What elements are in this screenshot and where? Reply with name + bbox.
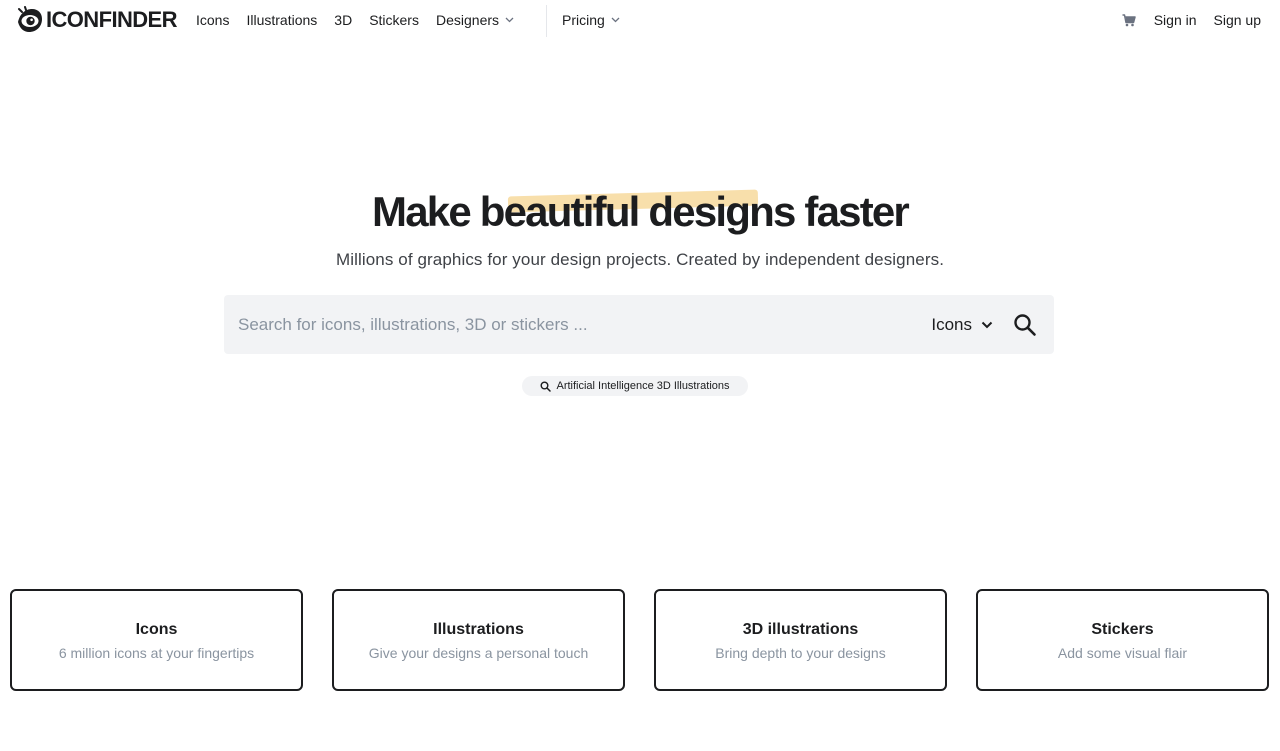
hero-title: Make beautiful designs faster bbox=[372, 188, 910, 235]
category-card-stickers[interactable]: Stickers Add some visual flair bbox=[976, 589, 1269, 691]
category-card-illustrations[interactable]: Illustrations Give your designs a person… bbox=[332, 589, 625, 691]
hero-subtitle: Millions of graphics for your design pro… bbox=[335, 250, 945, 269]
cart-icon[interactable] bbox=[1122, 13, 1136, 27]
account-nav: Sign in Sign up bbox=[1122, 0, 1261, 40]
brand-name: ICONFINDER bbox=[46, 7, 177, 32]
card-title: Icons bbox=[135, 621, 178, 638]
card-title: Illustrations bbox=[433, 621, 524, 638]
suggestion-label: Artificial Intelligence 3D Illustrations bbox=[556, 380, 730, 392]
category-card-icons[interactable]: Icons 6 million icons at your fingertips bbox=[10, 589, 303, 691]
nav-item-designers-label: Designers bbox=[435, 12, 500, 28]
card-title: Stickers bbox=[1091, 621, 1154, 638]
sign-up-link[interactable]: Sign up bbox=[1214, 12, 1261, 28]
sign-in-link[interactable]: Sign in bbox=[1154, 12, 1197, 28]
nav-item-pricing-label: Pricing bbox=[562, 12, 605, 28]
search-icon bbox=[1014, 313, 1036, 336]
category-cards: Icons 6 million icons at your fingertips… bbox=[10, 589, 1270, 691]
chevron-down-icon bbox=[611, 17, 620, 23]
search-icon bbox=[540, 381, 552, 392]
top-header: ICONFINDER Icons Illustrations 3D Sticke… bbox=[0, 0, 1280, 40]
card-description: 6 million icons at your fingertips bbox=[58, 645, 255, 661]
card-description: Add some visual flair bbox=[1057, 645, 1188, 661]
card-title: 3D illustrations bbox=[742, 621, 859, 638]
search-bar: Icons bbox=[224, 295, 1054, 354]
nav-item-designers[interactable]: Designers bbox=[436, 12, 514, 28]
category-card-3d-illustrations[interactable]: 3D illustrations Bring depth to your des… bbox=[654, 589, 947, 691]
search-input[interactable] bbox=[224, 295, 932, 354]
nav-item-pricing[interactable]: Pricing bbox=[562, 0, 620, 40]
nav-item-icons[interactable]: Icons bbox=[196, 12, 229, 28]
main-nav: Icons Illustrations 3D Stickers Designer… bbox=[196, 0, 531, 40]
nav-item-stickers[interactable]: Stickers bbox=[369, 12, 419, 28]
iconfinder-logo[interactable]: ICONFINDER bbox=[16, 6, 177, 34]
iconfinder-eye-icon bbox=[18, 6, 42, 32]
nav-item-illustrations[interactable]: Illustrations bbox=[246, 12, 317, 28]
chevron-down-icon bbox=[981, 321, 993, 328]
chevron-down-icon bbox=[505, 17, 514, 23]
search-type-selected: Icons bbox=[931, 314, 972, 334]
nav-item-3d[interactable]: 3D bbox=[334, 12, 352, 28]
nav-divider bbox=[546, 5, 547, 37]
search-button[interactable] bbox=[1013, 313, 1037, 337]
card-description: Bring depth to your designs bbox=[715, 645, 886, 661]
card-description: Give your designs a personal touch bbox=[368, 645, 589, 661]
search-type-select[interactable]: Icons bbox=[931, 315, 993, 335]
search-suggestion-chip[interactable]: Artificial Intelligence 3D Illustrations bbox=[522, 376, 748, 396]
